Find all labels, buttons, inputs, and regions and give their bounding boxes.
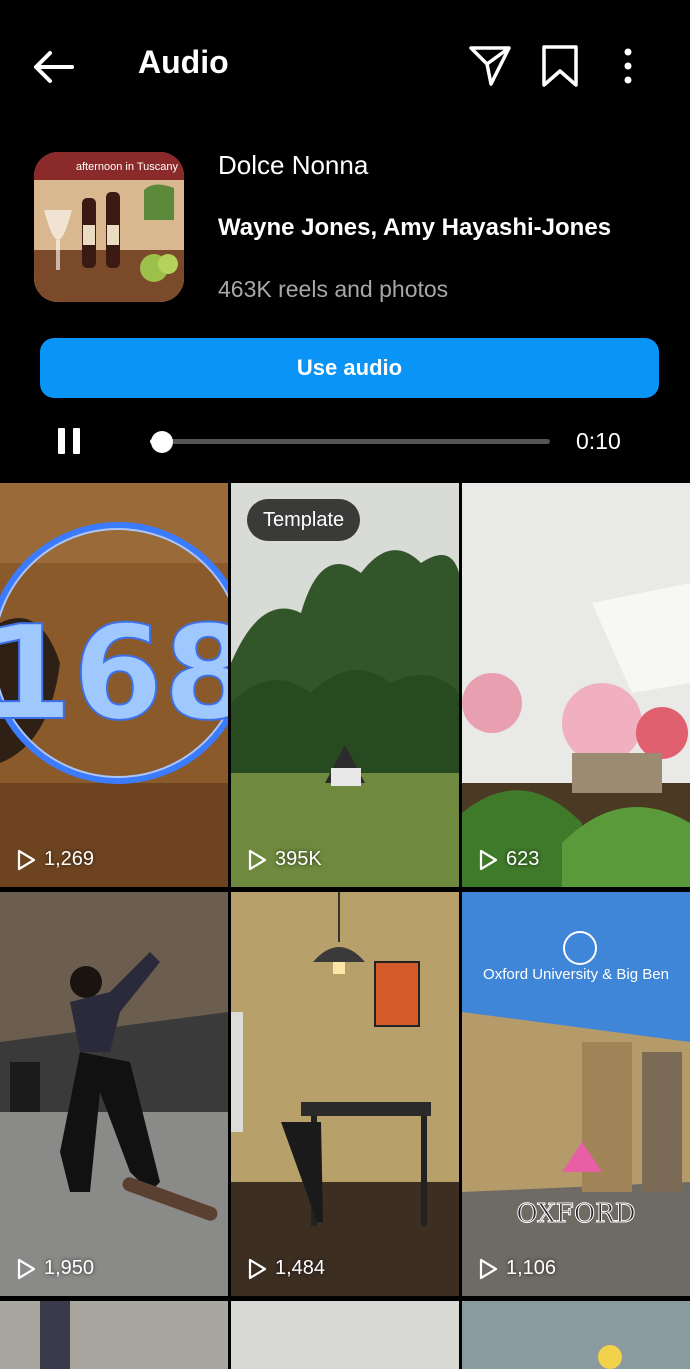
reel-image bbox=[231, 483, 459, 887]
reel-thumbnail[interactable]: Template 395K bbox=[231, 483, 459, 887]
back-arrow-icon[interactable] bbox=[28, 44, 78, 90]
scrubber-handle[interactable] bbox=[151, 431, 173, 453]
top-bar: Audio bbox=[0, 0, 690, 130]
view-count-value: 1,106 bbox=[506, 1257, 557, 1279]
artist-names[interactable]: Wayne Jones, Amy Hayashi-Jones bbox=[218, 214, 611, 242]
reel-thumbnail[interactable]: 1,484 bbox=[231, 892, 459, 1296]
view-count-value: 1,269 bbox=[44, 848, 95, 870]
reel-thumbnail[interactable] bbox=[0, 1301, 228, 1369]
view-count: 1,484 bbox=[247, 1257, 325, 1280]
reel-overlay-text: Oxford University & Big Ben bbox=[483, 966, 669, 983]
pause-icon[interactable] bbox=[58, 428, 80, 454]
template-badge: Template bbox=[247, 499, 361, 541]
reel-image: OXFORD bbox=[462, 892, 690, 1296]
play-icon bbox=[17, 849, 36, 870]
view-count-value: 1,484 bbox=[275, 1257, 326, 1279]
reel-thumbnail[interactable] bbox=[462, 1301, 690, 1369]
bookmark-icon[interactable] bbox=[538, 44, 582, 88]
play-icon bbox=[17, 1258, 36, 1279]
album-art-caption: afternoon in Tuscany bbox=[34, 152, 184, 180]
view-count: 623 bbox=[478, 848, 539, 871]
view-count: 395K bbox=[247, 848, 322, 871]
song-title: Dolce Nonna bbox=[218, 150, 369, 180]
reel-thumbnail[interactable]: 1,950 bbox=[0, 892, 228, 1296]
view-count-value: 395K bbox=[275, 848, 322, 870]
reel-image bbox=[0, 892, 228, 1296]
reel-thumbnail[interactable]: 168 1,269 bbox=[0, 483, 228, 887]
reels-grid: 168 1,269 Template 395K 623 1,950 1,484 … bbox=[0, 483, 690, 1369]
more-vertical-icon[interactable] bbox=[608, 44, 648, 88]
reel-thumbnail[interactable]: OXFORD Oxford University & Big Ben 1,106 bbox=[462, 892, 690, 1296]
reel-thumbnail[interactable]: 623 bbox=[462, 483, 690, 887]
play-icon bbox=[248, 849, 267, 870]
reel-image bbox=[231, 1301, 459, 1369]
playback-scrubber[interactable] bbox=[150, 431, 550, 453]
page-title: Audio bbox=[138, 44, 229, 80]
view-count-value: 623 bbox=[506, 848, 540, 870]
svg-text:168: 168 bbox=[0, 597, 228, 749]
play-icon bbox=[479, 849, 498, 870]
elapsed-time: 0:10 bbox=[576, 428, 621, 454]
svg-text:OXFORD: OXFORD bbox=[516, 1199, 635, 1229]
album-art: afternoon in Tuscany bbox=[34, 152, 184, 302]
play-icon bbox=[248, 1258, 267, 1279]
reel-image bbox=[462, 1301, 690, 1369]
play-icon bbox=[479, 1258, 498, 1279]
view-count: 1,950 bbox=[16, 1257, 94, 1280]
usage-count: 463K reels and photos bbox=[218, 276, 449, 302]
use-audio-button[interactable]: Use audio bbox=[40, 338, 659, 398]
reel-image bbox=[231, 892, 459, 1296]
view-count: 1,106 bbox=[478, 1257, 556, 1280]
reel-image bbox=[0, 1301, 228, 1369]
album-art-image bbox=[34, 180, 184, 302]
reel-image: 168 bbox=[0, 483, 228, 887]
reel-image bbox=[462, 483, 690, 887]
send-icon[interactable] bbox=[468, 44, 512, 88]
view-count: 1,269 bbox=[16, 848, 94, 871]
reel-thumbnail[interactable] bbox=[231, 1301, 459, 1369]
view-count-value: 1,950 bbox=[44, 1257, 95, 1279]
